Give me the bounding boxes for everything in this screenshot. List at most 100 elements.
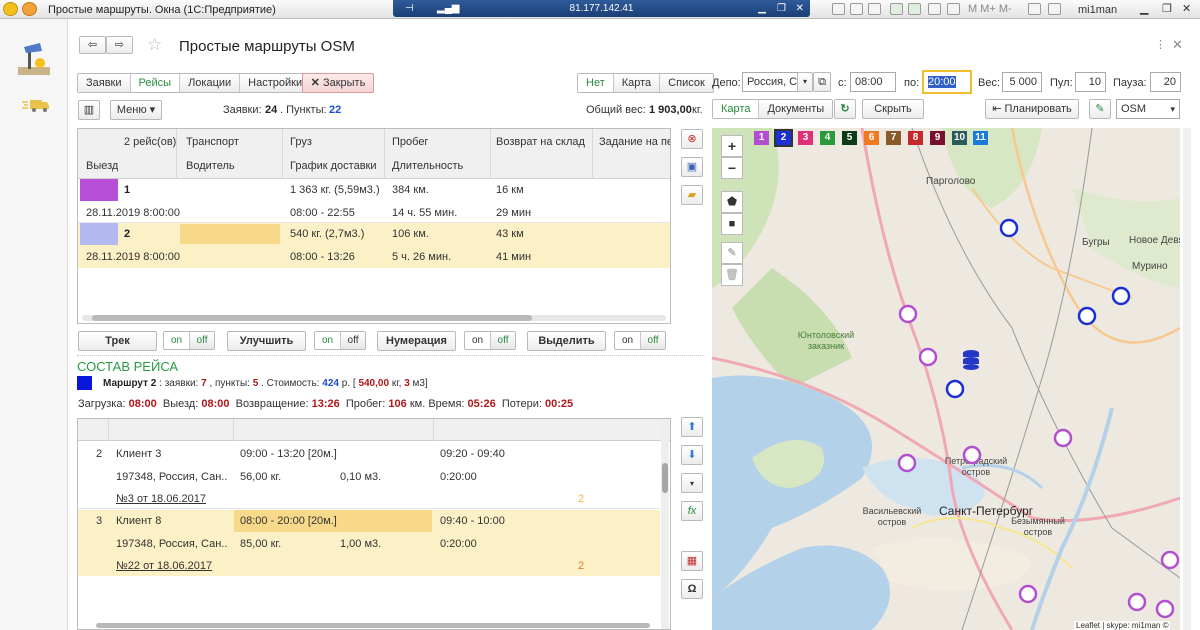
calendar-icon[interactable]: [947, 3, 960, 15]
pin-icon[interactable]: ⊣: [405, 0, 414, 17]
zoom-icon[interactable]: [1028, 3, 1041, 15]
toolbar-icon-1[interactable]: [832, 3, 845, 15]
time-from-field[interactable]: 08:00: [850, 72, 896, 92]
route-color-swatch: [80, 179, 118, 201]
depot-field[interactable]: Россия, Са: [742, 72, 798, 92]
star-icon[interactable]: ☆: [147, 35, 162, 55]
stop-number: 2: [96, 448, 103, 460]
total-weight-unit: кг.: [692, 104, 703, 116]
col-mileage[interactable]: Пробег: [392, 136, 428, 148]
more-button[interactable]: ▾: [681, 473, 703, 493]
win-min-icon[interactable]: ▁: [1140, 2, 1148, 15]
stop-document-link[interactable]: №3 от 18.06.2017: [116, 493, 206, 505]
tab-trips[interactable]: Рейсы: [130, 74, 181, 92]
col-schedule[interactable]: График доставки: [290, 160, 377, 172]
highlight-button[interactable]: Выделить: [527, 331, 606, 351]
minimize-icon[interactable]: ▁: [758, 0, 766, 17]
col-transport[interactable]: Транспорт: [186, 136, 239, 148]
settings-icon[interactable]: [14, 39, 54, 81]
marker-purple: [1053, 428, 1073, 448]
horizontal-scrollbar[interactable]: [82, 315, 666, 321]
list-item-selected[interactable]: 3 Клиент 8 08:00 - 20:00 [20м.] 09:40 - …: [78, 510, 660, 576]
col-cargo[interactable]: Груз: [290, 136, 312, 148]
menu-button[interactable]: Меню ▾: [110, 100, 162, 120]
close-icon[interactable]: ✕: [1172, 37, 1183, 53]
tab-requests[interactable]: Заявки: [78, 74, 131, 92]
tab-documents[interactable]: Документы: [759, 100, 833, 118]
track-button[interactable]: Трек: [78, 331, 157, 351]
save-button[interactable]: ▣: [681, 157, 703, 177]
view-none[interactable]: Нет: [578, 74, 614, 92]
vertical-scrollbar[interactable]: [661, 419, 669, 629]
hide-button[interactable]: Скрыть: [862, 99, 924, 119]
col-task[interactable]: Задание на пер: [599, 136, 670, 148]
upload-icon[interactable]: [908, 3, 921, 15]
stops-hscroll[interactable]: [96, 623, 650, 628]
app-menu-icon[interactable]: [22, 2, 37, 16]
columns-button[interactable]: ▥: [78, 100, 100, 120]
stop-document-link[interactable]: №22 от 18.06.2017: [116, 560, 212, 572]
view-map[interactable]: Карта: [613, 74, 661, 92]
route-timing: Загрузка: 08:00 Выезд: 08:00 Возвращение…: [78, 398, 574, 410]
excel-button[interactable]: ▦: [681, 551, 703, 571]
marker-purple: [962, 445, 982, 465]
depot-dropdown[interactable]: ▾: [797, 72, 813, 92]
track-toggle[interactable]: on off: [163, 331, 215, 350]
win-close-icon[interactable]: ✕: [1182, 2, 1191, 15]
numbering-button[interactable]: Нумерация: [377, 331, 456, 351]
time-to-label: по:: [904, 77, 920, 89]
pul-field[interactable]: 10: [1075, 72, 1106, 92]
signal-icon: ▂▄▆: [437, 3, 460, 14]
close-icon[interactable]: ✕: [796, 0, 804, 17]
col-duration[interactable]: Длительность: [392, 160, 463, 172]
win-restore-icon[interactable]: ❐: [1162, 2, 1172, 15]
weight-field[interactable]: 5 000: [1002, 72, 1042, 92]
print-icon[interactable]: [850, 3, 863, 15]
restore-icon[interactable]: ❐: [777, 0, 786, 17]
omega-button[interactable]: Ω: [681, 579, 703, 599]
tab-settings[interactable]: Настройки: [240, 74, 311, 92]
depot-open-button[interactable]: ⧉: [813, 72, 831, 92]
refresh-button[interactable]: ↻: [834, 99, 856, 119]
stop-weight: 56,00 кг.: [240, 471, 282, 483]
folder-button[interactable]: ▰: [681, 185, 703, 205]
table-row[interactable]: 1 1 363 кг. (5,59м3.) 384 км. 16 км 28.1…: [78, 179, 670, 223]
table-row-selected[interactable]: 2 540 кг. (2,7м3.) 106 км. 43 км 28.11.2…: [78, 223, 670, 268]
back-button[interactable]: ⇦: [79, 36, 106, 54]
move-up-button[interactable]: ⬆: [681, 417, 703, 437]
improve-toggle[interactable]: on off: [314, 331, 366, 350]
close-button[interactable]: ✕ Закрыть: [302, 73, 374, 93]
save-icon[interactable]: [890, 3, 903, 15]
col-departure[interactable]: Выезд: [86, 160, 118, 172]
col-driver[interactable]: Водитель: [186, 160, 235, 172]
table-icon[interactable]: [928, 3, 941, 15]
plan-button[interactable]: ⇤ Планировать: [985, 99, 1079, 119]
storage-icon[interactable]: [962, 349, 980, 371]
move-down-button[interactable]: ⬇: [681, 445, 703, 465]
info-icon[interactable]: [1048, 3, 1061, 15]
pencil-button[interactable]: ✎: [1089, 99, 1111, 119]
memory-icons[interactable]: M M+ M-: [968, 3, 1012, 15]
col-trips-count[interactable]: 2 рейс(ов): [124, 136, 176, 148]
forward-button[interactable]: ⇨: [106, 36, 133, 54]
map-view[interactable]: 1 2 3 4 5 6 7 8 9 10 11 + − ⬟ ■ ✎ 🗑 Парг…: [712, 128, 1180, 630]
marker-blue: [1111, 286, 1131, 306]
formula-button[interactable]: fx: [681, 501, 703, 521]
trip-schedule: 08:00 - 22:55: [290, 207, 355, 219]
numbering-toggle[interactable]: on off: [464, 331, 516, 350]
map-layer-select[interactable]: OSM ▾: [1116, 99, 1180, 119]
view-list[interactable]: Список: [660, 74, 713, 92]
map-scrollbar[interactable]: [1183, 128, 1191, 630]
tab-locations[interactable]: Локации: [180, 74, 241, 92]
preview-icon[interactable]: [868, 3, 881, 15]
delete-button[interactable]: ⊗: [681, 129, 703, 149]
delivery-icon[interactable]: [22, 97, 50, 113]
time-to-field[interactable]: 20:00: [922, 70, 972, 94]
maximize-icon[interactable]: ⋮: [1155, 38, 1166, 51]
highlight-toggle[interactable]: on off: [614, 331, 666, 350]
pause-field[interactable]: 20: [1150, 72, 1181, 92]
improve-button[interactable]: Улучшить: [227, 331, 306, 351]
list-item[interactable]: 2 Клиент 3 09:00 - 13:20 [20м.] 09:20 - …: [78, 441, 660, 509]
col-return[interactable]: Возврат на склад: [496, 136, 585, 148]
tab-map[interactable]: Карта: [713, 100, 760, 118]
